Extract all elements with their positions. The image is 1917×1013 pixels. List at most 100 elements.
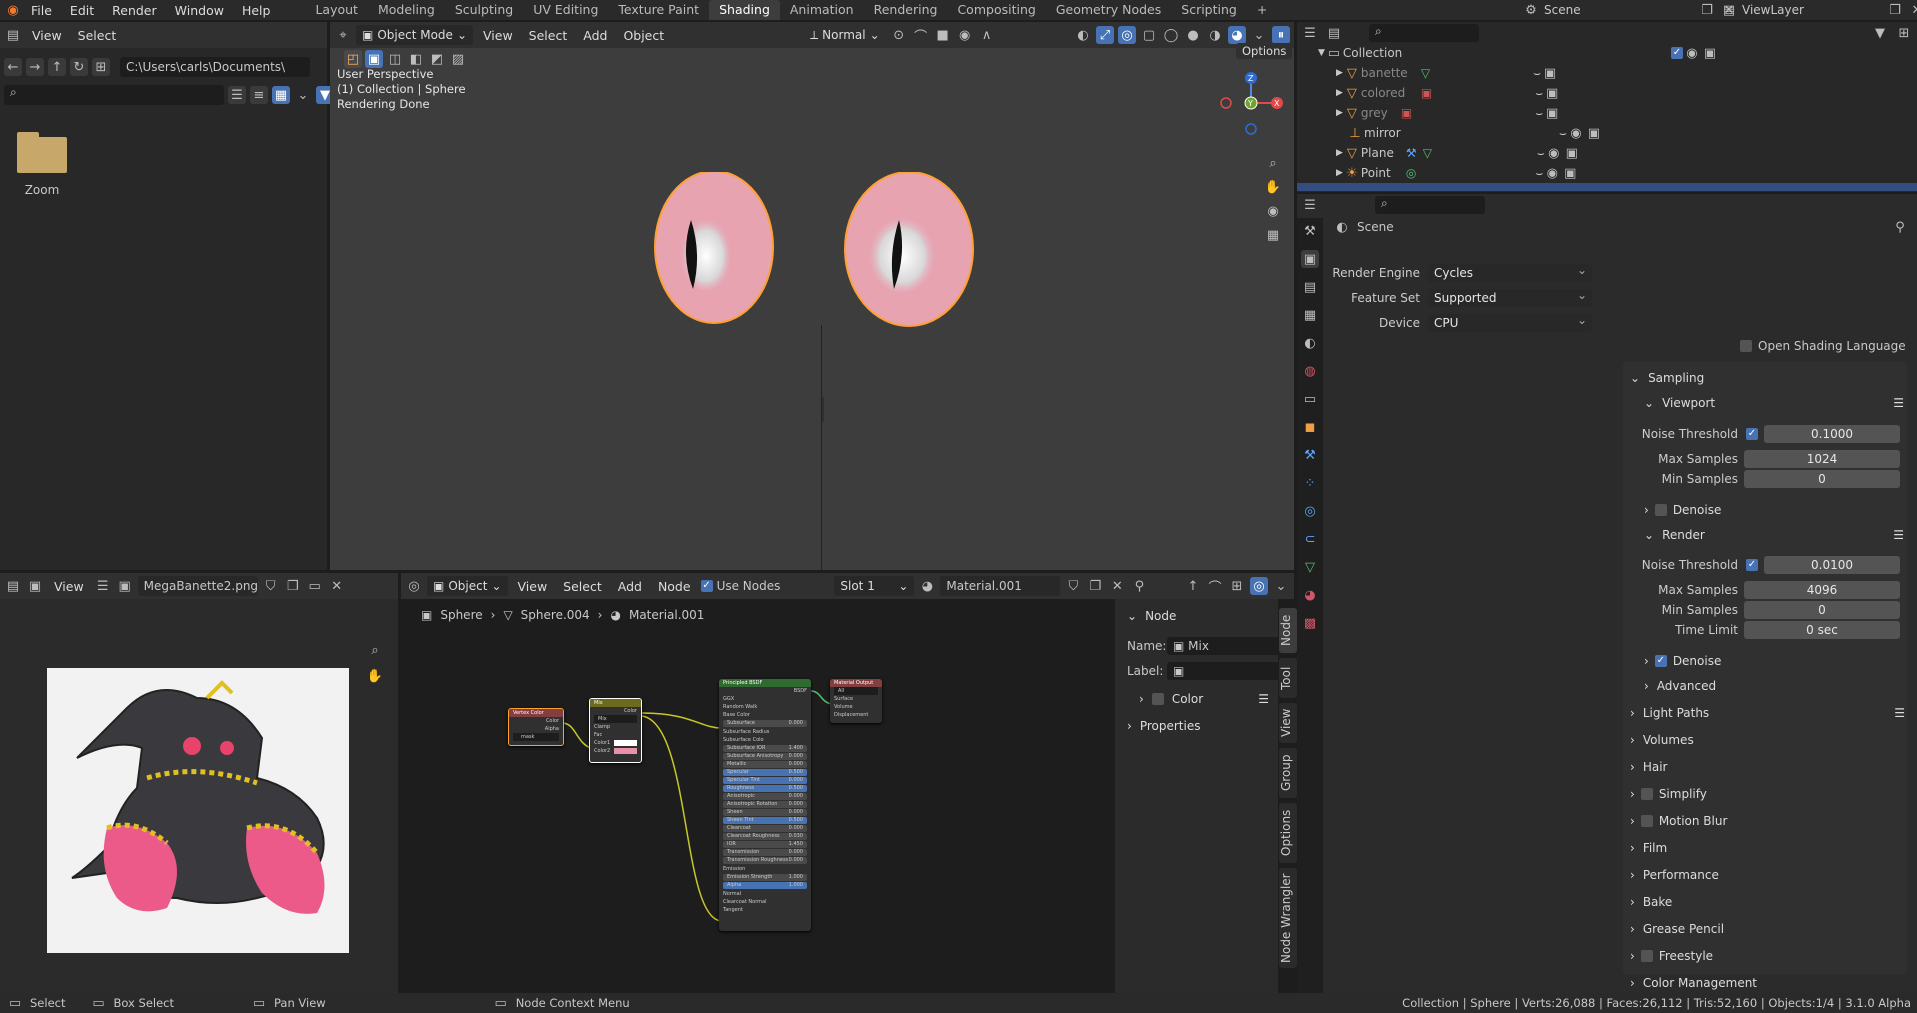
3d-viewport[interactable]: ⌖ ▣ Object Mode ⌄ View Select Add Object ⟂… <box>330 22 1294 570</box>
node-field[interactable]: All <box>834 687 878 695</box>
outliner-row[interactable]: ▶ ▽ grey ▣ ⌣ ▣ <box>1300 105 1917 121</box>
overlay-toggle-icon[interactable]: ◎ <box>1118 26 1136 44</box>
chevron-right-icon[interactable]: ▶ <box>1336 88 1343 98</box>
tab-scripting[interactable]: Scripting <box>1171 0 1247 20</box>
r-denoise-header[interactable]: › ✓ Denoise <box>1644 650 1721 672</box>
editor-type-icon[interactable]: ▤ <box>4 26 22 44</box>
node-field[interactable]: Mix <box>594 715 637 723</box>
tab-rendering[interactable]: Rendering <box>864 0 948 20</box>
pin-icon[interactable]: ⚲ <box>1891 218 1909 236</box>
gizmo-toggle-icon[interactable]: ⤢ <box>1096 26 1114 44</box>
bsdf-socket-row[interactable]: Clearcoat Normal <box>719 898 811 906</box>
node-field[interactable]: mask <box>513 733 559 741</box>
pause-render-icon[interactable]: ⏸ <box>1272 26 1290 44</box>
bsdf-socket-row[interactable]: Specular Tint 0.000 <box>723 777 807 784</box>
scene-selector[interactable]: ⚙ Scene ❐ ✕ <box>1522 0 1738 20</box>
bsdf-socket-row[interactable]: Subsurface IOR 1.400 <box>723 745 807 752</box>
menu-file[interactable]: File <box>22 3 61 18</box>
new-folder-icon[interactable]: ⊞ <box>92 58 110 76</box>
snap-icon[interactable]: ⌒ <box>912 26 930 45</box>
r-denoise-checkbox[interactable]: ✓ <box>1654 655 1667 667</box>
parent-dir-icon[interactable]: ↑ <box>48 58 66 76</box>
vp-denoise-header[interactable]: › Denoise <box>1644 499 1721 521</box>
chevron-right-icon[interactable]: ▶ <box>1336 68 1343 78</box>
performance-panel[interactable]: › Performance <box>1630 864 1719 886</box>
properties-search-input[interactable]: ⌕ <box>1375 196 1485 214</box>
r-time-field[interactable]: 0 sec <box>1744 621 1900 639</box>
menu-render[interactable]: Render <box>103 3 166 18</box>
editor-type-icon[interactable]: ☰ <box>1301 196 1319 214</box>
bsdf-socket-row[interactable]: Transmission Roughness 0.000 <box>723 857 807 864</box>
bsdf-socket-row[interactable]: Tangent <box>719 906 811 914</box>
output-tab-icon[interactable]: ▤ <box>1301 278 1319 296</box>
duplicate-image-icon[interactable]: ❐ <box>284 577 302 595</box>
fb-search-input[interactable]: ⌕ <box>4 85 224 105</box>
view-layer-selector[interactable]: ▤ ViewLayer ❐ ✕ <box>1720 0 1917 20</box>
color-swatch[interactable] <box>614 748 637 754</box>
sampling-panel-header[interactable]: ⌄ Sampling <box>1630 367 1704 389</box>
filter-icon[interactable]: ▼ <box>1871 24 1889 42</box>
eye-icon[interactable]: ◉ <box>1543 164 1561 182</box>
hidden-icon[interactable]: ⌣ <box>1537 146 1545 161</box>
outliner-search-input[interactable]: ⌕ <box>1369 24 1479 42</box>
bsdf-socket-row[interactable]: IOR 1.450 <box>723 841 807 848</box>
color-subpanel-header[interactable]: › Color ☰ <box>1139 688 1269 710</box>
bsdf-socket-row[interactable]: Subsurface Anisotropy 0.000 <box>723 753 807 760</box>
constraints-tab-icon[interactable]: ⊂ <box>1301 530 1319 548</box>
image-mode-icon[interactable]: ▣ <box>26 577 44 595</box>
vp-add-menu[interactable]: Add <box>577 28 613 43</box>
simplify-checkbox[interactable] <box>1640 788 1653 800</box>
list-icon[interactable]: ☰ <box>1258 692 1269 706</box>
pan-hand-icon[interactable]: ✋ <box>366 667 384 685</box>
modifier-tab-icon[interactable]: ⚒ <box>1301 446 1319 464</box>
fb-select-menu[interactable]: Select <box>72 28 123 43</box>
chevron-down-icon[interactable]: ⌄ <box>294 86 312 104</box>
pan-hand-icon[interactable]: ✋ <box>1264 178 1282 196</box>
camera-icon[interactable]: ▣ <box>1585 124 1603 142</box>
view-layer-tab-icon[interactable]: ▦ <box>1301 306 1319 324</box>
bsdf-socket-row[interactable]: Emission <box>719 865 811 873</box>
texture-tab-icon[interactable]: ▩ <box>1301 614 1319 632</box>
data-tab-icon[interactable]: ▽ <box>1301 558 1319 576</box>
world-tab-icon[interactable]: ◍ <box>1301 362 1319 380</box>
outliner-row[interactable]: ▶ ▽ Plane ⚒ ▽ ⌣ ◉ ▣ <box>1300 145 1917 161</box>
chevron-right-icon[interactable]: ▶ <box>1336 168 1343 178</box>
bsdf-socket-row[interactable]: Anisotropic 0.000 <box>723 793 807 800</box>
bsdf-socket-row[interactable]: GGX <box>719 695 811 703</box>
principled-bsdf-node[interactable]: Principled BSDF BSDF GGX Random Walk Base C… <box>719 679 811 931</box>
select-subtract-icon[interactable]: ◧ <box>407 50 425 68</box>
material-tab-icon[interactable]: ◕ <box>1301 586 1319 604</box>
vp-denoise-checkbox[interactable] <box>1654 504 1667 516</box>
render-engine-dropdown[interactable]: Cycles <box>1428 261 1592 282</box>
vp-max-field[interactable]: 1024 <box>1744 450 1900 468</box>
tab-node-wrangler[interactable]: Node Wrangler <box>1279 868 1297 968</box>
xray-icon[interactable]: ▢ <box>1140 26 1158 44</box>
select-intersect-icon[interactable]: ▨ <box>449 50 467 68</box>
bsdf-socket-row[interactable]: Anisotropic Rotation 0.000 <box>723 801 807 808</box>
list-horizontal-icon[interactable]: ≡ <box>250 86 268 104</box>
outliner-row[interactable]: ▶ ☀ Point ◎ ⌣ ◉ ▣ <box>1300 165 1917 181</box>
eye-icon[interactable]: ◉ <box>1567 124 1585 142</box>
select-extend-icon[interactable]: ◫ <box>386 50 404 68</box>
tab-node[interactable]: Node <box>1279 608 1297 653</box>
ortho-toggle-icon[interactable]: ▦ <box>1264 226 1282 244</box>
freestyle-panel[interactable]: › Freestyle <box>1630 945 1713 967</box>
chevron-down-icon[interactable]: ⌄ <box>1250 26 1268 44</box>
simplify-panel[interactable]: › Simplify <box>1630 783 1707 805</box>
vertex-color-node[interactable]: Vertex Color Color Alpha mask <box>508 708 564 746</box>
thumbnails-icon[interactable]: ▦ <box>272 86 290 104</box>
wireframe-shading-icon[interactable]: ◯ <box>1162 26 1180 44</box>
bsdf-socket-row[interactable]: Base Color <box>719 711 811 719</box>
exclude-checkbox[interactable]: ✓ <box>1670 47 1683 59</box>
motion-blur-panel[interactable]: › Motion Blur <box>1630 810 1727 832</box>
eye-icon[interactable]: ◉ <box>1545 144 1563 162</box>
rendered-shading-icon[interactable]: ◕ <box>1228 26 1246 44</box>
bsdf-socket-row[interactable]: Subsurface 0.000 <box>723 720 807 727</box>
tab-geometry-nodes[interactable]: Geometry Nodes <box>1046 0 1171 20</box>
motion-blur-checkbox[interactable] <box>1640 815 1653 827</box>
list-icon[interactable]: ☰ <box>1894 706 1905 720</box>
ie-view-menu[interactable]: View <box>48 579 90 594</box>
fake-user-icon[interactable]: ⛉ <box>262 577 280 595</box>
node-panel-header[interactable]: ⌄ Node <box>1127 605 1176 627</box>
orientation-dropdown[interactable]: ⟂ Normal ⌄ <box>804 25 886 45</box>
